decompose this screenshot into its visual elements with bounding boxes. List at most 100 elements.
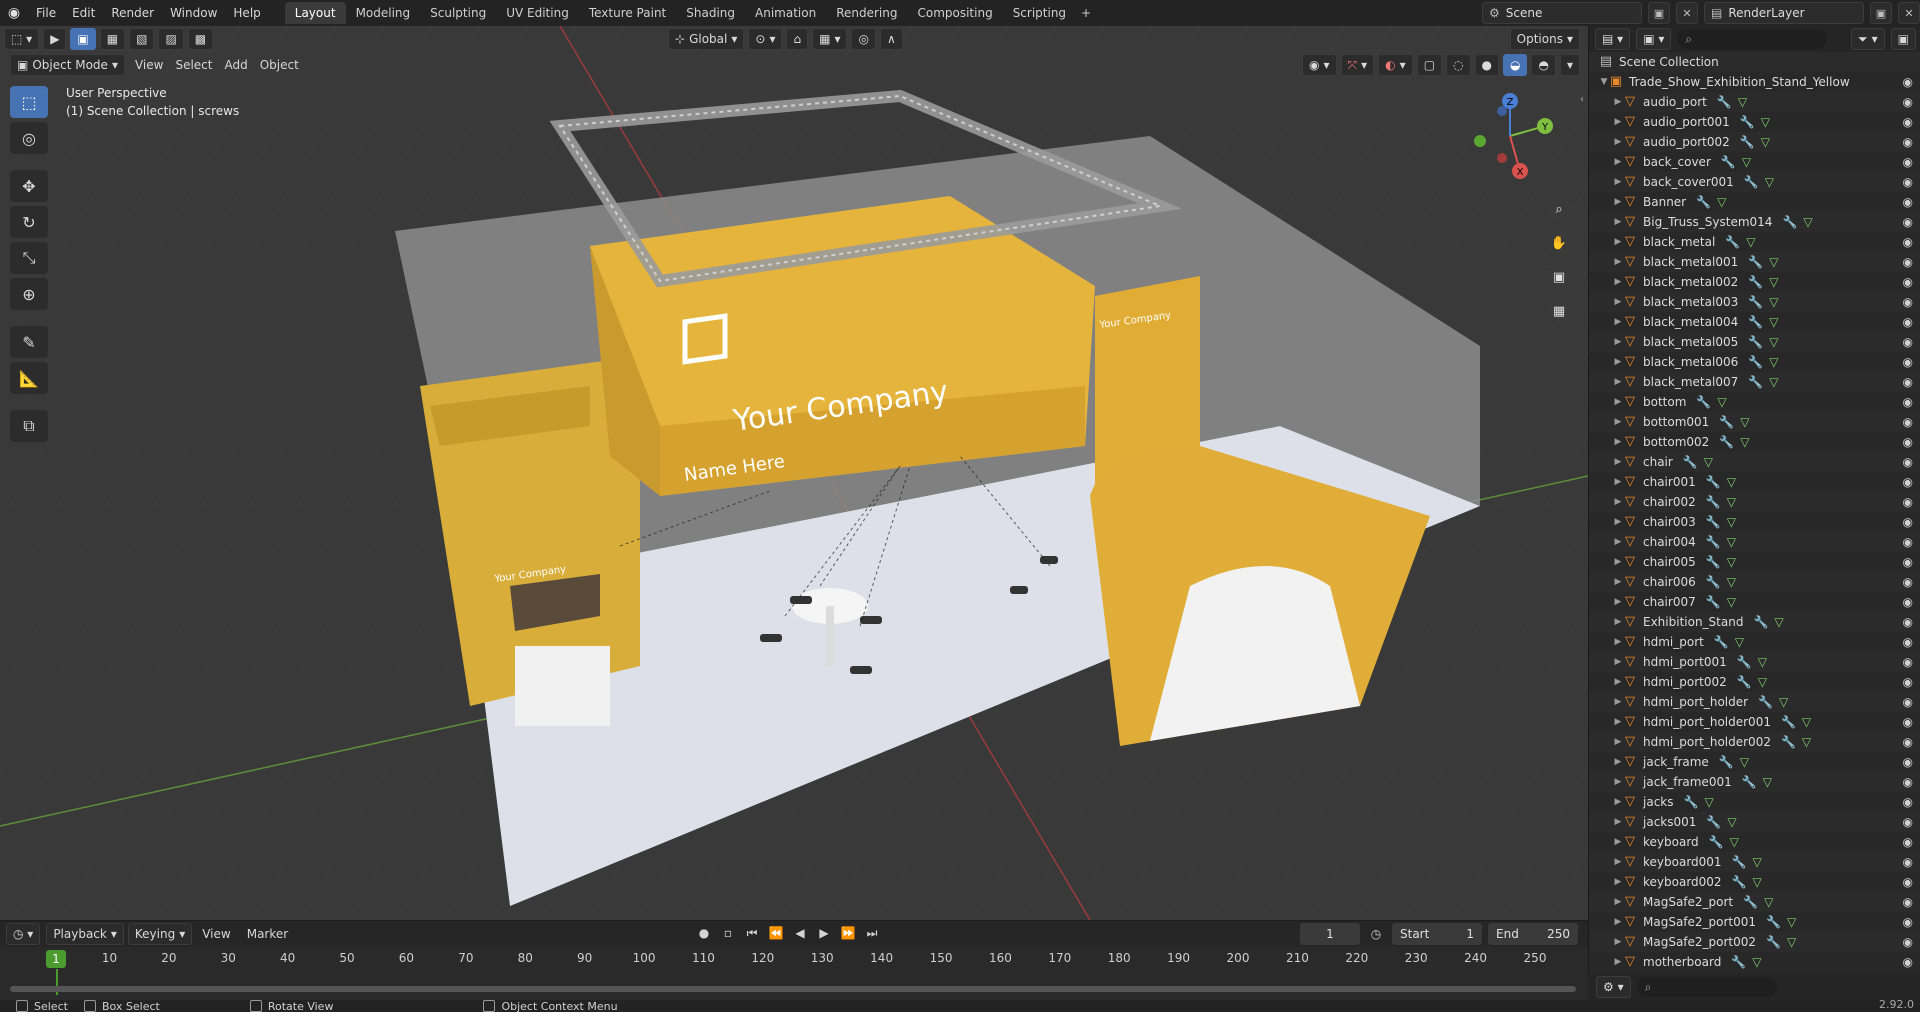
wrench-icon[interactable]: 🔧 [1732,855,1747,869]
ortho-toggle-button[interactable]: ▦ [1546,298,1572,324]
eye-icon[interactable]: ◉ [1903,715,1913,729]
wrench-icon[interactable]: 🔧 [1696,195,1711,209]
scene-field[interactable]: ⚙ Scene [1482,2,1642,24]
expand-arrow-icon[interactable]: ▶ [1613,637,1623,647]
wrench-icon[interactable]: 🔧 [1706,515,1721,529]
view-layer-field[interactable]: ▤ RenderLayer [1704,2,1864,24]
outliner-item[interactable]: ▶ ▽ MagSafe2_port001 🔧 ▽ ◉ [1589,912,1920,932]
blender-logo-icon[interactable]: ◉ [0,0,28,26]
expand-arrow-icon[interactable]: ▶ [1613,917,1623,927]
mesh-data-icon[interactable]: ▽ [1727,495,1736,509]
outliner-item[interactable]: ▶ ▽ audio_port002 🔧 ▽ ◉ [1589,132,1920,152]
delete-scene-button[interactable]: ✕ [1676,2,1698,24]
material-shading-button[interactable]: ◒ [1503,54,1528,76]
eye-icon[interactable]: ◉ [1903,475,1913,489]
eye-icon[interactable]: ◉ [1903,175,1913,189]
eye-icon[interactable]: ◉ [1903,615,1913,629]
outliner-item[interactable]: ▶ ▽ chair004 🔧 ▽ ◉ [1589,532,1920,552]
mesh-data-icon[interactable]: ▽ [1717,395,1726,409]
xray-toggle[interactable]: ▢ [1416,54,1443,76]
outliner-item[interactable]: ▶ ▽ chair 🔧 ▽ ◉ [1589,452,1920,472]
solid-shading-button[interactable]: ● [1474,54,1499,76]
mesh-data-icon[interactable]: ▽ [1763,775,1772,789]
select-invert-button[interactable]: ▨ [158,28,184,50]
display-mode-dropdown[interactable]: ▣ ▾ [1636,28,1672,50]
expand-arrow-icon[interactable]: ▶ [1613,157,1623,167]
eye-icon[interactable]: ◉ [1903,675,1913,689]
outliner-item[interactable]: ▶ ▽ audio_port001 🔧 ▽ ◉ [1589,112,1920,132]
select-extend-button[interactable]: ▦ [99,28,126,50]
mesh-data-icon[interactable]: ▽ [1787,915,1796,929]
outliner-item[interactable]: ▶ ▽ hdmi_port_holder 🔧 ▽ ◉ [1589,692,1920,712]
outliner-item[interactable]: ▶ ▽ black_metal004 🔧 ▽ ◉ [1589,312,1920,332]
outliner-item[interactable]: ▶ ▽ black_metal007 🔧 ▽ ◉ [1589,372,1920,392]
eye-icon[interactable]: ◉ [1903,535,1913,549]
snap-toggle[interactable]: ⌂ [786,28,809,50]
eye-icon[interactable]: ◉ [1903,855,1913,869]
mesh-data-icon[interactable]: ▽ [1727,555,1736,569]
camera-view-button[interactable]: ▣ [1546,264,1572,290]
outliner-item[interactable]: ▶ ▽ bottom002 🔧 ▽ ◉ [1589,432,1920,452]
mesh-data-icon[interactable]: ▽ [1727,535,1736,549]
expand-arrow-icon[interactable]: ▶ [1613,177,1623,187]
wrench-icon[interactable]: 🔧 [1742,775,1757,789]
wrench-icon[interactable]: 🔧 [1717,95,1732,109]
outliner-item[interactable]: ▶ ▽ jacks 🔧 ▽ ◉ [1589,792,1920,812]
mesh-data-icon[interactable]: ▽ [1727,815,1736,829]
wrench-icon[interactable]: 🔧 [1725,235,1740,249]
outliner-item[interactable]: ▶ ▽ hdmi_port001 🔧 ▽ ◉ [1589,652,1920,672]
eye-icon[interactable]: ◉ [1903,335,1913,349]
eye-icon[interactable]: ◉ [1903,795,1913,809]
expand-arrow-icon[interactable]: ▶ [1613,197,1623,207]
tab-scripting[interactable]: Scripting [1003,2,1076,24]
end-frame-field[interactable]: End 250 [1488,923,1578,945]
scene-collection-row[interactable]: ▤ Scene Collection [1589,52,1920,72]
mesh-data-icon[interactable]: ▽ [1802,715,1811,729]
viewport-scene[interactable]: Your Company Name Here Your Company Your… [0,26,1588,920]
mesh-data-icon[interactable]: ▽ [1727,475,1736,489]
select-box-tool[interactable]: ⬚ [10,86,48,118]
mesh-data-icon[interactable]: ▽ [1742,155,1751,169]
measure-tool[interactable]: 📐 [10,362,48,394]
snap-target-dropdown[interactable]: ▦ ▾ [812,28,848,50]
wrench-icon[interactable]: 🔧 [1719,755,1734,769]
menu-window[interactable]: Window [162,0,225,26]
mesh-data-icon[interactable]: ▽ [1761,135,1770,149]
tab-shading[interactable]: Shading [676,2,745,24]
mesh-data-icon[interactable]: ▽ [1738,95,1747,109]
play-reverse-button[interactable]: ◀ [790,923,810,943]
tab-uv-editing[interactable]: UV Editing [496,2,579,24]
auto-keying-options[interactable]: ▫ [718,923,738,943]
wrench-icon[interactable]: 🔧 [1766,935,1781,949]
outliner-item[interactable]: ▶ ▽ chair005 🔧 ▽ ◉ [1589,552,1920,572]
start-frame-field[interactable]: Start 1 [1392,923,1482,945]
preview-range-toggle[interactable]: ◷ [1366,924,1386,944]
rotate-tool[interactable]: ↻ [10,206,48,238]
mesh-data-icon[interactable]: ▽ [1761,115,1770,129]
outliner-item[interactable]: ▶ ▽ MagSafe2_port002 🔧 ▽ ◉ [1589,932,1920,952]
expand-arrow-icon[interactable]: ▶ [1613,277,1623,287]
mesh-data-icon[interactable]: ▽ [1769,315,1778,329]
mesh-data-icon[interactable]: ▽ [1735,635,1744,649]
wrench-icon[interactable]: 🔧 [1748,355,1763,369]
expand-arrow-icon[interactable]: ▶ [1613,97,1623,107]
outliner-item[interactable]: ▶ ▽ hdmi_port002 🔧 ▽ ◉ [1589,672,1920,692]
expand-arrow-icon[interactable]: ▶ [1613,317,1623,327]
outliner-item[interactable]: ▶ ▽ black_metal002 🔧 ▽ ◉ [1589,272,1920,292]
eye-icon[interactable]: ◉ [1903,75,1913,89]
expand-arrow-icon[interactable]: ▶ [1613,617,1623,627]
eye-icon[interactable]: ◉ [1903,875,1913,889]
wrench-icon[interactable]: 🔧 [1706,595,1721,609]
select-subtract-button[interactable]: ▧ [129,28,155,50]
eye-icon[interactable]: ◉ [1903,915,1913,929]
outliner-item[interactable]: ▶ ▽ Banner 🔧 ▽ ◉ [1589,192,1920,212]
expand-arrow-icon[interactable]: ▶ [1613,857,1623,867]
eye-icon[interactable]: ◉ [1903,195,1913,209]
mesh-data-icon[interactable]: ▽ [1769,335,1778,349]
wrench-icon[interactable]: 🔧 [1731,955,1746,969]
annotate-tool[interactable]: ✎ [10,326,48,358]
filter-dropdown[interactable]: ⏷ ▾ [1851,28,1885,50]
outliner-item[interactable]: ▶ ▽ hdmi_port 🔧 ▽ ◉ [1589,632,1920,652]
wrench-icon[interactable]: 🔧 [1782,215,1797,229]
outliner-editor-type[interactable]: ▤ ▾ [1595,28,1631,50]
